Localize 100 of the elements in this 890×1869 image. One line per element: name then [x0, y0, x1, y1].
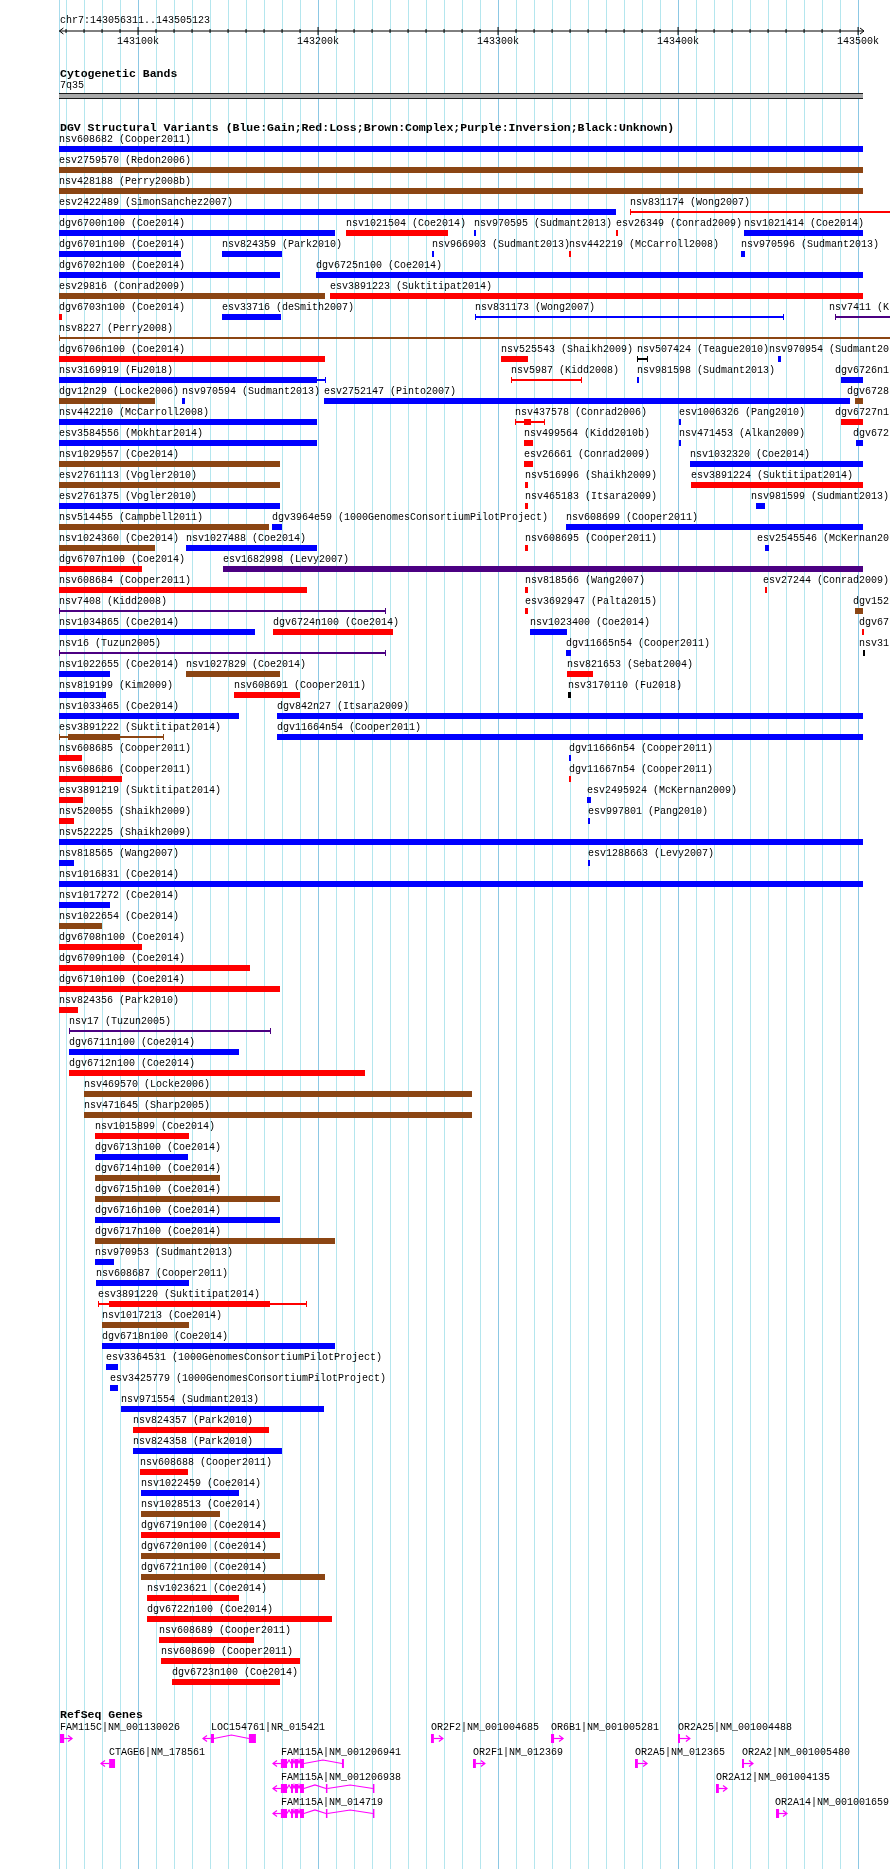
variant-label: nsv1017272 (Coe2014) [59, 890, 180, 901]
gene-label: OR2F2|NM_001004685 [431, 1722, 540, 1733]
variant-label: dgv12n29 (Locke2006) [59, 386, 180, 397]
variant-label: nsv608685 (Cooper2011) [59, 743, 192, 754]
variant-label: nsv608682 (Cooper2011) [59, 134, 192, 145]
variant-label: esv3584556 (Mokhtar2014) [59, 428, 204, 439]
variant-label: esv2752147 (Pinto2007) [324, 386, 457, 397]
variant-label: dgv6725n100 (Coe2014) [316, 260, 443, 271]
variant-label: nsv981598 (Sudmant2013) [637, 365, 776, 376]
gene-label: FAM115A|NM_001206941 [280, 1747, 401, 1758]
variant-label: nsv970596 (Sudmant2013) [741, 239, 880, 250]
variant-label: nsv971554 (Sudmant2013) [121, 1394, 260, 1405]
location-label: chr7:143056311..143505123 [60, 15, 211, 26]
variant-label: nsv471453 (Alkan2009) [679, 428, 806, 439]
variant-label: nsv465183 (Itsara2009) [525, 491, 658, 502]
variant-label: dgv152 [853, 596, 889, 607]
variant-label: esv3891219 (Suktitipat2014) [59, 785, 222, 796]
variant-label: nsv1027488 (Coe2014) [186, 533, 307, 544]
variant-label: esv27244 (Conrad2009) [763, 575, 890, 586]
variant-label: nsv1027829 (Coe2014) [186, 659, 307, 670]
variant-label: nsv1017213 (Coe2014) [102, 1310, 223, 1321]
variant-label: dgv6700n100 (Coe2014) [59, 218, 186, 229]
variant-label: nsv5987 (Kidd2008) [511, 365, 620, 376]
variant-label: dgv6723n100 (Coe2014) [172, 1667, 299, 1678]
variant-label: nsv1029557 (Coe2014) [59, 449, 180, 460]
variant-label: nsv1022655 (Coe2014) [59, 659, 180, 670]
variant-label: nsv1023621 (Coe2014) [147, 1583, 268, 1594]
gene-label: OR2A2|NM_001005480 [741, 1747, 850, 1758]
variant-label: nsv437578 (Conrad2006) [515, 407, 648, 418]
variant-label: nsv7411 (K [829, 302, 889, 313]
variant-label: nsv3170110 (Fu2018) [568, 680, 683, 691]
variant-label: nsv818565 (Wang2007) [59, 848, 180, 859]
gene-label: OR2A12|NM_001004135 [716, 1772, 831, 1783]
variant-label: dgv6718n100 (Coe2014) [102, 1331, 229, 1342]
tick-label: 143100k [117, 36, 160, 47]
variant-label: esv3891223 (Suktitipat2014) [330, 281, 493, 292]
variant-label: esv1006326 (Pang2010) [679, 407, 806, 418]
variant-label: nsv1034865 (Coe2014) [59, 617, 180, 628]
variant-label: nsv442210 (McCarroll2008) [59, 407, 210, 418]
variant-label: nsv1032320 (Coe2014) [690, 449, 811, 460]
track-title: DGV Structural Variants (Blue:Gain;Red:Loss;Brown:Complex;Purple:Inversion;Black:Unknown) [60, 122, 675, 134]
variant-label: dgv6707n100 (Coe2014) [59, 554, 186, 565]
variant-label: nsv819199 (Kim2009) [59, 680, 174, 691]
variant-label: dgv6709n100 (Coe2014) [59, 953, 186, 964]
variant-label: dgv6714n100 (Coe2014) [95, 1163, 222, 1174]
variant-label: dgv6719n100 (Coe2014) [141, 1520, 268, 1531]
variant-label: dgv6702n100 (Coe2014) [59, 260, 186, 271]
variant-label: nsv1015899 (Coe2014) [95, 1121, 216, 1132]
variant-label: nsv499564 (Kidd2010b) [524, 428, 651, 439]
gene-label: OR2A5|NM_012365 [635, 1747, 726, 1758]
variant-label: nsv3169919 (Fu2018) [59, 365, 174, 376]
variant-label: esv3891222 (Suktitipat2014) [59, 722, 222, 733]
gene-label: OR2A25|NM_001004488 [678, 1722, 793, 1733]
gene-label: OR6B1|NM_001005281 [550, 1722, 659, 1733]
variant-label: nsv525543 (Shaikh2009) [501, 344, 634, 355]
variant-label: nsv608687 (Cooper2011) [96, 1268, 229, 1279]
variant-label: nsv831174 (Wong2007) [630, 197, 751, 208]
variant-label: dgv11665n54 (Cooper2011) [566, 638, 711, 649]
variant-label: dgv6701n100 (Coe2014) [59, 239, 186, 250]
variant-label: nsv31 [859, 638, 889, 649]
variant-label: esv26349 (Conrad2009) [616, 218, 743, 229]
variant-label: nsv818566 (Wang2007) [525, 575, 646, 586]
variant-label: dgv6727n1 [835, 407, 889, 418]
variant-label: nsv970954 (Sudmant20 [769, 344, 890, 355]
gene-label: CTAGE6|NM_178561 [109, 1747, 206, 1758]
variant-label: dgv6721n100 (Coe2014) [141, 1562, 268, 1573]
variant-label: nsv469570 (Locke2006) [84, 1079, 211, 1090]
tick-label: 143500k [837, 36, 880, 47]
variant-label: nsv966903 (Sudmant2013) [432, 239, 571, 250]
gene-label: FAM115A|NM_014719 [280, 1797, 383, 1808]
variant-label: dgv6712n100 (Coe2014) [69, 1058, 196, 1069]
variant-label: esv2545546 (McKernan20 [757, 533, 890, 544]
variant-label: nsv1028513 (Coe2014) [141, 1499, 262, 1510]
gene-label: FAM115C|NM_001130026 [59, 1722, 180, 1733]
variant-label: nsv608699 (Cooper2011) [566, 512, 699, 523]
variant-label: dgv6720n100 (Coe2014) [141, 1541, 268, 1552]
track-title: Cytogenetic Bands [60, 68, 178, 80]
variant-label: nsv520055 (Shaikh2009) [59, 806, 192, 817]
variant-label: esv3364531 (1000GenomesConsortiumPilotProject) [106, 1352, 383, 1363]
variant-label: dgv11667n54 (Cooper2011) [569, 764, 714, 775]
gene-label: FAM115A|NM_001206938 [280, 1772, 401, 1783]
variant-label: nsv514455 (Campbell2011) [59, 512, 204, 523]
tick-label: 143300k [477, 36, 520, 47]
variant-label: esv2759570 (Redon2006) [59, 155, 192, 166]
variant-label: nsv608686 (Cooper2011) [59, 764, 192, 775]
variant-label: nsv608691 (Cooper2011) [234, 680, 367, 691]
variant-label: nsv608690 (Cooper2011) [161, 1646, 294, 1657]
variant-label: esv3425779 (1000GenomesConsortiumPilotProject) [110, 1373, 387, 1384]
variant-label: dgv6706n100 (Coe2014) [59, 344, 186, 355]
variant-label: nsv507424 (Teague2010) [637, 344, 770, 355]
variant-label: esv26661 (Conrad2009) [524, 449, 651, 460]
variant-label: dgv6710n100 (Coe2014) [59, 974, 186, 985]
variant-label: nsv970595 (Sudmant2013) [474, 218, 613, 229]
variant-label: esv2761113 (Vogler2010) [59, 470, 198, 481]
variant-label: esv2761375 (Vogler2010) [59, 491, 198, 502]
track-title: RefSeq Genes [60, 1709, 143, 1721]
gene-label: OR2F1|NM_012369 [473, 1747, 564, 1758]
variant-label: nsv471645 (Sharp2005) [84, 1100, 211, 1111]
variant-label: dgv6711n100 (Coe2014) [69, 1037, 196, 1048]
variant-label: nsv442219 (McCarroll2008) [569, 239, 720, 250]
